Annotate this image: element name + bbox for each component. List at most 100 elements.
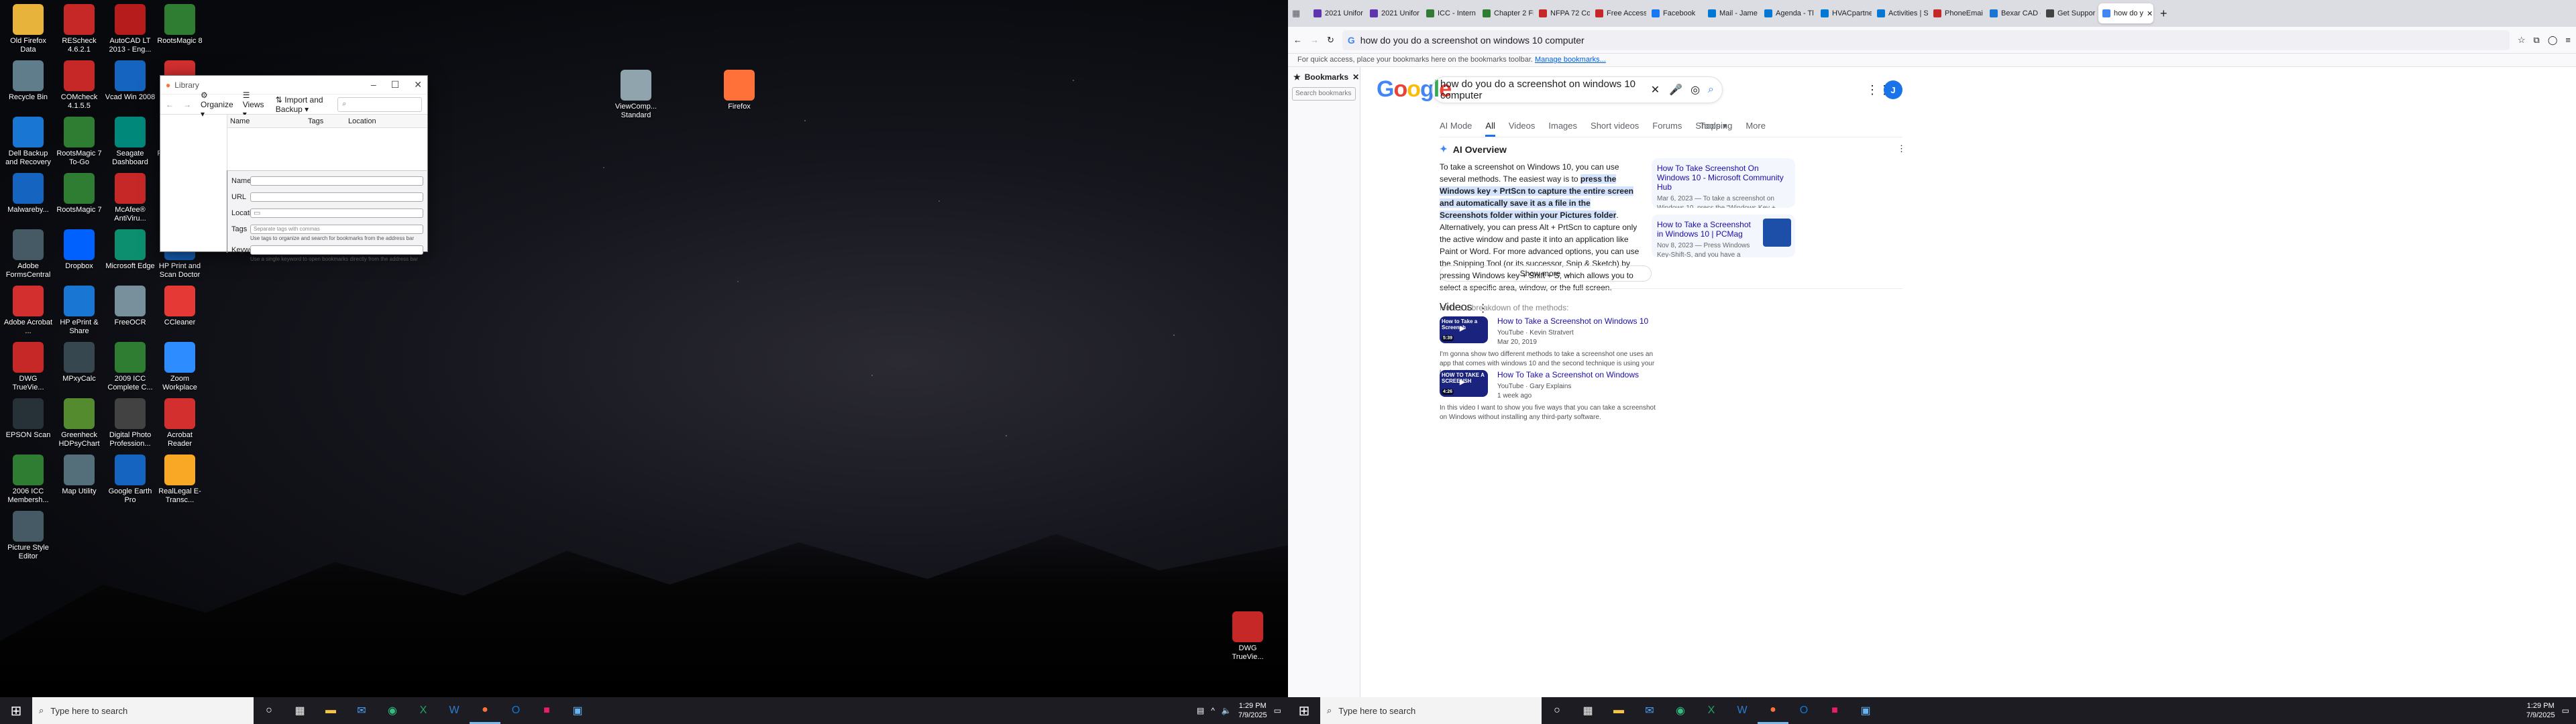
- taskbar-search-input[interactable]: ⌕ Type here to search: [1320, 697, 1542, 724]
- search-tab-all[interactable]: All: [1485, 121, 1495, 137]
- file-explorer-icon[interactable]: ▬: [315, 697, 346, 724]
- desktop-icon[interactable]: Acrobat Reader: [154, 398, 205, 448]
- windows-start-icon[interactable]: ⊞: [0, 697, 32, 724]
- video-title[interactable]: How to Take a Screenshot on Windows 10: [1497, 316, 1648, 326]
- taskbar-clock[interactable]: 1:29 PM 7/9/2025: [2526, 701, 2555, 720]
- taskbar-search-input[interactable]: ⌕ Type here to search: [32, 697, 254, 724]
- back-icon[interactable]: ←: [1293, 35, 1302, 45]
- task-view-icon[interactable]: ○: [254, 697, 284, 724]
- windows-logo-thumbnail[interactable]: [1763, 219, 1791, 247]
- library-folder-tree[interactable]: [160, 115, 227, 253]
- minimize-icon[interactable]: –: [371, 79, 376, 90]
- video-thumbnail[interactable]: How to Take a Screensh 5:39 ▶: [1440, 316, 1488, 343]
- browser-tab[interactable]: how do y ✕: [2098, 3, 2153, 23]
- source-card-title[interactable]: How To Take Screenshot On Windows 10 - M…: [1657, 164, 1790, 192]
- browser-tab[interactable]: Activities | S: [1873, 3, 1928, 23]
- desktop-icon[interactable]: REScheck 4.6.2.1: [54, 4, 105, 54]
- desktop-icon[interactable]: DWG TrueVie...: [1222, 611, 1273, 662]
- browser-tab[interactable]: HVACpartne: [1817, 3, 1872, 23]
- video-title[interactable]: How To Take a Screenshot on Windows: [1497, 370, 1639, 379]
- back-icon[interactable]: ←: [166, 100, 174, 109]
- browser-tab[interactable]: 2021 Unifor: [1366, 3, 1421, 23]
- desktop-icon[interactable]: AutoCAD LT 2013 - Eng...: [105, 4, 156, 54]
- desktop-icon[interactable]: McAfee® AntiViru...: [105, 173, 156, 223]
- desktop-icon[interactable]: ViewComp... Standard: [610, 70, 661, 120]
- desktop-icon[interactable]: 2009 ICC Complete C...: [105, 342, 156, 392]
- search-tab-videos[interactable]: Videos: [1509, 121, 1536, 137]
- desktop-icon[interactable]: Map Utility: [54, 455, 105, 496]
- tools-button[interactable]: Tools ▾: [1700, 121, 1727, 131]
- desktop-icon[interactable]: FreeOCR: [105, 286, 156, 327]
- desktop-icon[interactable]: RootsMagic 7: [54, 173, 105, 215]
- tab-list-icon[interactable]: ▦: [1292, 8, 1308, 19]
- excel-icon[interactable]: X: [1696, 697, 1727, 724]
- notification-icon[interactable]: ▭: [1274, 706, 1281, 715]
- desktop-icon[interactable]: Vcad Win 2008: [105, 60, 156, 102]
- column-name[interactable]: Name: [227, 117, 308, 125]
- desktop-icon[interactable]: RootsMagic 7 To-Go: [54, 117, 105, 167]
- maximize-icon[interactable]: ☐: [391, 79, 400, 90]
- desktop-icon[interactable]: Adobe Acrobat ...: [3, 286, 54, 336]
- desktop-icon[interactable]: RealLegal E-Transc...: [154, 455, 205, 505]
- manage-bookmarks-link[interactable]: Manage bookmarks...: [1535, 56, 1606, 64]
- video-result[interactable]: How to Take a Screensh 5:39 ▶ How to Take a…: [1440, 316, 1909, 347]
- browser-tab[interactable]: Agenda - Tl: [1760, 3, 1815, 23]
- account-icon[interactable]: ◯: [2548, 35, 2558, 46]
- browser-tab[interactable]: 2021 Unifor: [1309, 3, 1364, 23]
- vcad-taskbar-icon[interactable]: ▣: [562, 697, 593, 724]
- widgets-icon[interactable]: ▦: [1572, 697, 1603, 724]
- mic-icon[interactable]: 🎤: [1669, 83, 1682, 97]
- excel-icon[interactable]: X: [408, 697, 439, 724]
- source-card[interactable]: How to Take a Screenshot in Windows 10 |…: [1652, 215, 1795, 257]
- vcad-taskbar-icon[interactable]: ▣: [1850, 697, 1881, 724]
- browser-tab[interactable]: Mail - Jame: [1704, 3, 1759, 23]
- desktop-icon[interactable]: Picture Style Editor: [3, 511, 54, 561]
- browser-tab[interactable]: PhoneEmai: [1929, 3, 1984, 23]
- account-avatar[interactable]: J: [1884, 80, 1902, 99]
- extensions-icon[interactable]: ⧉: [2534, 35, 2540, 46]
- reload-icon[interactable]: ↻: [1327, 35, 1334, 46]
- taskbar-clock[interactable]: 1:29 PM 7/9/2025: [1238, 701, 1267, 720]
- more-options-icon[interactable]: ⋮: [1897, 143, 1906, 154]
- browser-tab[interactable]: Get Suppor: [2042, 3, 2097, 23]
- desktop-icon[interactable]: Dropbox: [54, 229, 105, 271]
- library-search-input[interactable]: ⌕: [337, 97, 422, 112]
- browser-tab[interactable]: Free Access: [1591, 3, 1646, 23]
- firefox-taskbar-icon[interactable]: ●: [470, 697, 500, 724]
- outlook-icon[interactable]: O: [1788, 697, 1819, 724]
- task-view-icon[interactable]: ○: [1542, 697, 1572, 724]
- mail-icon[interactable]: ✉: [1634, 697, 1665, 724]
- close-tab-icon[interactable]: ✕: [2147, 9, 2153, 18]
- tags-field[interactable]: Separate tags with commas: [250, 225, 423, 234]
- clear-icon[interactable]: ✕: [1651, 83, 1660, 97]
- lens-icon[interactable]: ◎: [1690, 83, 1700, 97]
- desktop-icon[interactable]: 2006 ICC Membersh...: [3, 455, 54, 505]
- volume-icon[interactable]: 🔈: [1222, 706, 1232, 715]
- notification-icon[interactable]: ▭: [2562, 706, 2569, 715]
- app-icon[interactable]: ■: [531, 697, 562, 724]
- windows-start-icon[interactable]: ⊞: [1288, 697, 1320, 724]
- file-explorer-icon[interactable]: ▬: [1603, 697, 1634, 724]
- name-field[interactable]: [250, 176, 423, 186]
- bookmark-star-icon[interactable]: ☆: [2518, 35, 2526, 46]
- new-tab-icon[interactable]: +: [2155, 7, 2173, 21]
- app-icon[interactable]: ■: [1819, 697, 1850, 724]
- source-card[interactable]: How To Take Screenshot On Windows 10 - M…: [1652, 158, 1795, 208]
- more-options-icon[interactable]: ⋮: [1478, 302, 1489, 315]
- desktop-icon[interactable]: CCleaner: [154, 286, 205, 327]
- browser-tab[interactable]: Bexar CAD - Pr: [1986, 3, 2041, 23]
- source-card-title[interactable]: How to Take a Screenshot in Windows 10 |…: [1657, 220, 1758, 239]
- forward-icon[interactable]: →: [1310, 35, 1319, 45]
- desktop-icon[interactable]: EPSON Scan: [3, 398, 54, 440]
- search-tab-images[interactable]: Images: [1548, 121, 1577, 137]
- show-more-button[interactable]: Show more ⌄: [1440, 265, 1652, 282]
- close-icon[interactable]: ✕: [414, 79, 422, 90]
- desktop-icon[interactable]: Zoom Workplace: [154, 342, 205, 392]
- desktop-icon[interactable]: Microsoft Edge: [105, 229, 156, 271]
- video-thumbnail[interactable]: HOW TO TAKE A SCREENSH 4:26 ▶: [1440, 370, 1488, 397]
- edge-taskbar-icon[interactable]: ◉: [1665, 697, 1696, 724]
- search-tab-forums[interactable]: Forums: [1652, 121, 1682, 137]
- word-icon[interactable]: W: [1727, 697, 1758, 724]
- desktop-icon[interactable]: Old Firefox Data: [3, 4, 54, 54]
- desktop-icon[interactable]: DWG TrueVie...: [3, 342, 54, 392]
